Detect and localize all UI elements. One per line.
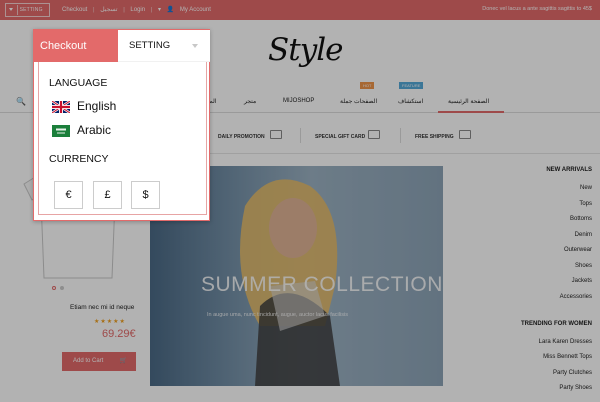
- user-icon: 👤: [166, 7, 175, 13]
- topbar-setting-button[interactable]: SETTING: [5, 3, 50, 17]
- category-link[interactable]: Outerwear: [564, 247, 592, 253]
- language-heading: LANGUAGE: [49, 77, 108, 89]
- product-name[interactable]: Etiam nec mi id neque: [70, 304, 134, 311]
- category-link[interactable]: Accessories: [560, 294, 592, 300]
- chevron-down-icon: [192, 44, 198, 48]
- carousel-dot-1[interactable]: [52, 286, 56, 290]
- service-daily-promotion: DAILY PROMOTION: [218, 134, 265, 140]
- language-label: English: [77, 99, 117, 113]
- search-icon[interactable]: 🔍: [16, 97, 26, 106]
- currency-pound-button[interactable]: £: [93, 181, 122, 209]
- site-logo[interactable]: Style: [268, 32, 343, 68]
- settings-dropdown: Checkout SETTING LANGUAGE English Arabic…: [33, 29, 210, 221]
- nav-item-more[interactable]: الم: [209, 98, 217, 105]
- nav-item-mijoshop[interactable]: MIJOSHOP: [283, 98, 314, 104]
- category-link[interactable]: Shoes: [575, 263, 592, 269]
- service-gift-card: SPECIAL GIFT CARD: [315, 134, 366, 140]
- currency-euro-button[interactable]: €: [54, 181, 83, 209]
- top-bar: SETTING Checkout | تسجيل | Login | ▾ 👤 M…: [0, 0, 600, 20]
- tab-setting[interactable]: SETTING: [118, 30, 210, 62]
- truck-icon: [459, 130, 471, 139]
- saudi-flag-icon: [52, 125, 70, 137]
- carousel-dot-2[interactable]: [60, 286, 64, 290]
- checkout-link[interactable]: Checkout: [62, 7, 87, 13]
- tab-setting-label: SETTING: [129, 40, 171, 51]
- category-link[interactable]: Tops: [579, 201, 592, 207]
- banner-title: SUMMER COLLECTION: [201, 273, 443, 296]
- nav-item-home[interactable]: الصفحة الرئيسية: [448, 98, 489, 105]
- product-price: 69.29€: [102, 328, 136, 340]
- promo-text: Donec vel lacus a ante sagittis sagittis…: [482, 6, 592, 12]
- trending-link[interactable]: Miss Bennett Tops: [543, 354, 592, 360]
- category-link[interactable]: Bottoms: [570, 216, 592, 222]
- nav-item-shop[interactable]: متجر: [244, 98, 256, 105]
- banner-subtitle: In augue uma, nunc tincidunt, augue, auc…: [207, 312, 348, 318]
- cart-icon: 🛒: [119, 358, 127, 364]
- service-free-shipping: FREE SHIPPING: [415, 134, 454, 140]
- language-label: Arabic: [77, 123, 112, 137]
- add-to-cart-label: Add to Cart: [73, 358, 104, 364]
- hot-badge: HOT: [360, 82, 375, 89]
- trending-link[interactable]: Lara Karen Dresses: [539, 339, 592, 345]
- rating-stars-icon: ★★★★★: [94, 319, 126, 325]
- category-link[interactable]: Jackets: [572, 278, 592, 284]
- category-link[interactable]: Denim: [575, 232, 592, 238]
- currency-dollar-button[interactable]: $: [131, 181, 160, 209]
- tab-checkout[interactable]: Checkout: [34, 30, 118, 62]
- uk-flag-icon: [52, 101, 70, 113]
- add-to-cart-button[interactable]: Add to Cart 🛒: [62, 352, 136, 371]
- new-arrivals-heading: NEW ARRIVALS: [546, 167, 592, 173]
- nav-item-pages[interactable]: الصفحات جملة: [340, 98, 377, 105]
- trending-link[interactable]: Party Shoes: [559, 385, 592, 391]
- chevron-down-icon: [9, 8, 13, 12]
- promotion-icon: [270, 130, 282, 139]
- account-chevron-icon: ▾: [158, 7, 162, 13]
- nav-active-indicator: [438, 111, 504, 113]
- feature-badge: FEATURE: [399, 82, 424, 89]
- topbar-setting-label: SETTING: [19, 7, 43, 13]
- currency-heading: CURRENCY: [49, 153, 109, 165]
- my-account-link[interactable]: My Account: [180, 7, 211, 13]
- login-link[interactable]: Login: [130, 7, 145, 13]
- topbar-links: Checkout | تسجيل | Login | ▾ 👤 My Accoun…: [62, 7, 211, 13]
- register-link[interactable]: تسجيل: [100, 7, 117, 13]
- trending-link[interactable]: Party Clutches: [553, 370, 592, 376]
- gift-card-icon: [368, 130, 380, 139]
- nav-item-explore[interactable]: استكشاف: [398, 98, 423, 105]
- trending-heading: TRENDING FOR WOMEN: [521, 321, 592, 327]
- category-link[interactable]: New: [580, 185, 592, 191]
